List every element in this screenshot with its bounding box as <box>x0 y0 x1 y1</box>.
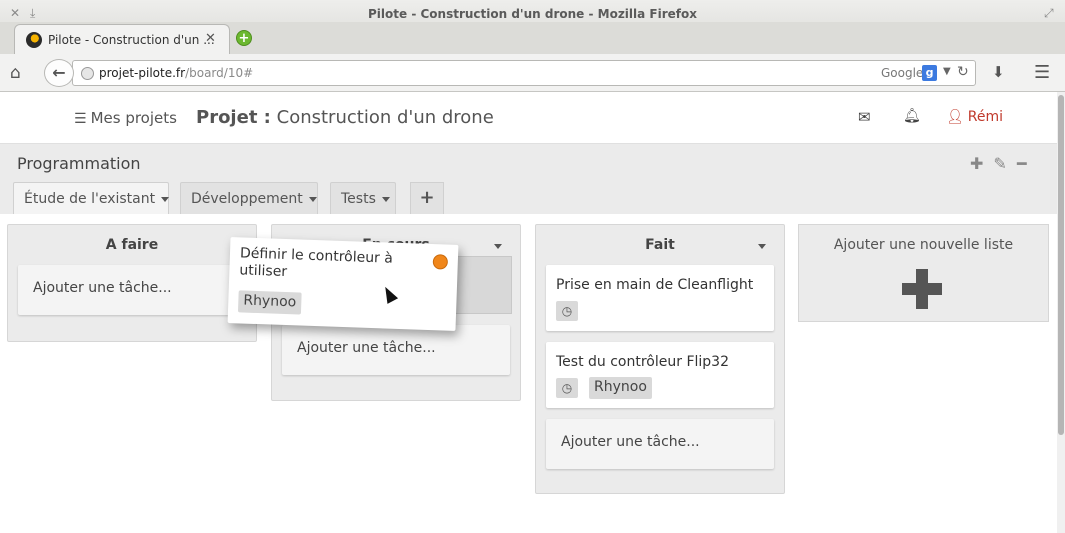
browser-tab[interactable]: Pilote - Construction d'un ... ✕ <box>14 24 230 54</box>
add-list-panel[interactable]: Ajouter une nouvelle liste <box>798 224 1049 322</box>
tab-label: Développement <box>191 191 303 207</box>
assignee-tag: Rhynoo <box>589 377 652 399</box>
url-path: /board/10# <box>185 66 254 80</box>
card-title: Test du contrôleur Flip32 <box>556 354 729 370</box>
dragged-task-card[interactable]: Définir le contrôleur à utiliser Rhynoo <box>227 237 459 331</box>
url-host: projet-pilote.fr <box>99 66 186 80</box>
mail-icon[interactable]: ✉ <box>858 108 871 126</box>
add-list-plus-icon[interactable] <box>902 269 942 309</box>
chevron-down-icon[interactable] <box>758 244 766 249</box>
project-title: Projet : Construction d'un drone <box>196 107 494 128</box>
user-menu[interactable]: 👤︎ Rémi <box>946 109 1003 125</box>
board-actions: ✚ ✎ ━ <box>970 154 1036 173</box>
tab-etude[interactable]: Étude de l'existant <box>13 182 170 214</box>
add-list-label: Ajouter une nouvelle liste <box>833 237 1014 253</box>
home-icon[interactable]: ⌂ <box>10 63 21 83</box>
card-title: Prise en main de Cleanflight <box>556 277 754 293</box>
chevron-down-icon[interactable] <box>494 244 502 249</box>
search-engine-label: Google <box>881 66 924 80</box>
board-header: Programmation ✚ ✎ ━ Étude de l'existant Dé… <box>0 144 1057 214</box>
user-name: Rémi <box>967 109 1004 125</box>
tab-developpement[interactable]: Développement <box>180 182 318 214</box>
add-task-button[interactable]: Ajouter une tâche... <box>282 325 510 375</box>
chevron-down-icon <box>308 196 317 202</box>
back-button[interactable]: ← <box>44 59 74 87</box>
list-title: Fait <box>645 237 675 253</box>
task-card[interactable]: Prise en main de Cleanflight ◷ <box>546 265 774 331</box>
assignee-tag: Rhynoo <box>237 290 302 315</box>
task-card[interactable]: Test du contrôleur Flip32 ◷ Rhynoo <box>546 342 774 408</box>
add-icon[interactable]: ✚ <box>970 154 983 173</box>
url-bar[interactable]: projet-pilote.fr/board/10# Google g ▼ ↻ <box>72 60 976 86</box>
list-icon: ☰ <box>74 111 87 127</box>
maximize-window-icon[interactable]: ⤢ <box>1044 6 1054 20</box>
edit-icon[interactable]: ✎ <box>993 154 1006 173</box>
page-content: ☰ Mes projets Projet : Construction d'un … <box>0 92 1057 533</box>
add-tab-button[interactable]: + <box>410 182 444 214</box>
my-projects-link[interactable]: ☰ Mes projets <box>74 109 177 127</box>
tab-label: Tests <box>341 191 376 207</box>
site-favicon-icon <box>26 32 42 48</box>
page-scrollbar[interactable] <box>1057 92 1065 533</box>
search-engine-icon[interactable]: g <box>922 65 937 81</box>
status-dot-icon <box>432 254 449 270</box>
clock-icon: ◷ <box>556 378 578 398</box>
browser-navbar: ⌂ projet-pilote.fr/board/10# Google g ▼ … <box>0 54 1065 92</box>
chevron-down-icon <box>381 196 390 202</box>
minimize-icon[interactable]: ━ <box>1017 154 1027 173</box>
clock-icon: ◷ <box>556 301 578 321</box>
project-prefix: Projet : <box>196 107 271 128</box>
my-projects-label: Mes projets <box>90 109 177 127</box>
project-name: Construction d'un drone <box>276 107 494 128</box>
add-task-button[interactable]: Ajouter une tâche... <box>546 419 774 469</box>
tab-close-icon[interactable]: ✕ <box>205 31 216 46</box>
globe-icon <box>81 67 94 80</box>
bell-icon[interactable]: 🔔︎ <box>903 108 921 124</box>
search-dropdown-icon[interactable]: ▼ <box>943 66 951 77</box>
tab-tests[interactable]: Tests <box>330 182 396 214</box>
scrollbar-thumb[interactable] <box>1058 95 1064 435</box>
user-icon: 👤︎ <box>946 109 964 125</box>
add-task-button[interactable]: Ajouter une tâche... <box>18 265 246 315</box>
list-a-faire: A faire Ajouter une tâche... <box>7 224 257 342</box>
list-fait: Fait Prise en main de Cleanflight ◷ Test… <box>535 224 785 494</box>
url-text: projet-pilote.fr/board/10# <box>99 66 253 80</box>
browser-tab-title: Pilote - Construction d'un ... <box>48 33 215 47</box>
list-title: A faire <box>105 237 159 253</box>
chevron-down-icon <box>161 196 170 202</box>
app-header: ☰ Mes projets Projet : Construction d'un … <box>0 92 1057 144</box>
board-title: Programmation <box>17 154 141 173</box>
reload-icon[interactable]: ↻ <box>957 64 969 80</box>
window-title: Pilote - Construction d'un drone - Mozil… <box>368 7 697 21</box>
card-title: Définir le contrôleur à utiliser <box>239 245 394 281</box>
new-tab-icon[interactable]: + <box>236 30 252 46</box>
hamburger-menu-icon[interactable]: ☰ <box>1034 62 1050 83</box>
tab-label: Étude de l'existant <box>24 191 156 207</box>
board-lists: A faire Ajouter une tâche... En cours Aj… <box>0 214 1057 533</box>
download-icon[interactable]: ⬇ <box>992 63 1005 81</box>
browser-tabstrip: Pilote - Construction d'un ... ✕ + <box>0 22 1065 54</box>
